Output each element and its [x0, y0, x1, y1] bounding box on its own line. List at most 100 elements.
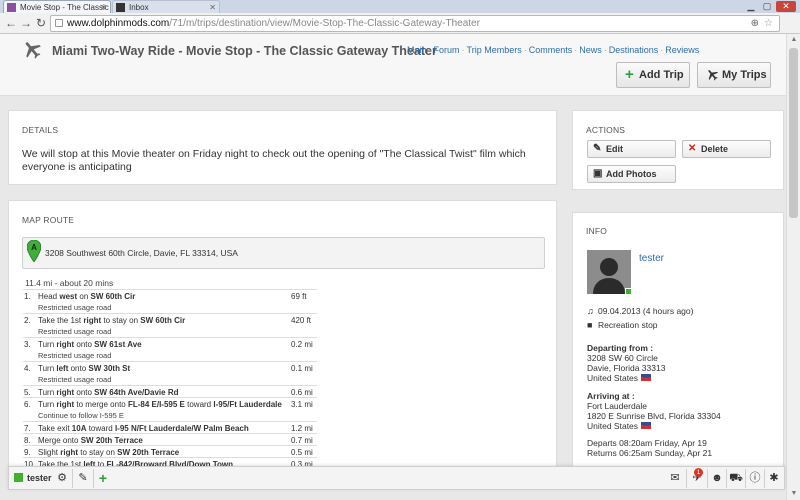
scroll-thumb[interactable] — [789, 48, 798, 218]
arriving-line-2: 1820 E Sunrise Blvd, Florida 33304 — [587, 411, 721, 421]
edit-icon[interactable]: ✎ — [76, 471, 90, 485]
bottom-toolbar: tester ⚙ ✎ + ✉ ✈ ☻ ⛟ ⓘ ✱ — [8, 466, 785, 490]
address-bar-row: ← → ↻ www.dolphinmods.com/71/m/trips/des… — [0, 13, 800, 34]
step-number: 1. — [24, 292, 31, 301]
step-text: Merge onto — [38, 436, 81, 445]
toolbar-username[interactable]: tester — [27, 473, 52, 483]
step-text: to stay on — [101, 316, 141, 325]
step-distance: 69 ft — [291, 292, 307, 301]
step-text: to merge onto — [74, 400, 128, 409]
step-text: to stay on — [78, 448, 118, 457]
returns-time: Returns 06:25am Sunday, Apr 21 — [587, 448, 713, 458]
scroll-up-icon[interactable]: ▲ — [787, 34, 800, 46]
plus-icon: + — [625, 66, 634, 83]
airplane-icon — [25, 42, 41, 59]
direction-step: 6. Turn right to merge onto FL-84 E/I-595… — [23, 397, 317, 421]
step-instruction: Turn right onto SW 64th Ave/Davie Rd — [38, 388, 283, 397]
step-text: Turn — [38, 364, 57, 373]
delete-button[interactable]: ✕ Delete — [682, 140, 771, 158]
edit-button[interactable]: ✎ Edit — [587, 140, 676, 158]
us-flag-icon — [641, 374, 652, 381]
step-instruction: Merge onto SW 20th Terrace — [38, 436, 283, 445]
map-route-heading: MAP ROUTE — [22, 215, 75, 225]
direction-step: 4. Turn left onto SW 30th St Restricted us… — [23, 361, 317, 385]
plus-icon[interactable]: + — [96, 471, 110, 485]
page-title: Miami Two-Way Ride - Movie Stop - The Cl… — [52, 44, 437, 58]
scroll-down-icon[interactable]: ▼ — [787, 488, 800, 500]
bell-icon: ♫ — [587, 306, 594, 316]
tab-close-icon[interactable]: ✕ — [209, 1, 216, 13]
step-emphasis: west — [59, 292, 78, 301]
step-road: SW 64th Ave/Davie Rd — [94, 388, 179, 397]
reload-icon[interactable]: ↻ — [33, 15, 49, 31]
site-favicon-icon — [7, 3, 16, 12]
arriving-label: Arriving at : — [587, 391, 635, 401]
step-number: 8. — [24, 436, 31, 445]
date-text: 09.04.2013 (4 hours ago) — [598, 306, 694, 316]
departing-country: United States — [587, 373, 639, 383]
step-road: I-95/Ft Lauderdale — [213, 400, 282, 409]
notification-badge: 1 — [694, 468, 703, 477]
mail-icon[interactable]: ✉ — [668, 471, 682, 485]
step-distance: 3.1 mi — [291, 400, 313, 409]
edit-icon: ✎ — [593, 143, 602, 154]
toolbar-divider — [93, 469, 94, 488]
toolbar-divider — [726, 469, 727, 488]
wrench-icon[interactable]: ✱ — [767, 471, 781, 485]
nav-comments[interactable]: Comments — [529, 45, 573, 55]
step-text: onto — [68, 364, 89, 373]
step-road: I-95 N/Ft Lauderdale/W Palm Beach — [114, 424, 249, 433]
direction-step: 7. Take exit 10A toward I-95 N/Ft Lauderd… — [23, 421, 317, 433]
direction-step: 1. Head west on SW 60th Cir Restricted usa… — [23, 289, 317, 313]
route-start-address: A 3208 Southwest 60th Circle, Davie, FL … — [22, 237, 545, 269]
maximize-icon[interactable]: ▢ — [760, 1, 774, 12]
minimize-icon[interactable]: ▁ — [744, 1, 758, 12]
zoom-icon[interactable]: ⊕ — [751, 16, 759, 31]
step-distance: 0.5 mi — [291, 448, 313, 457]
user-icon[interactable]: ☻ — [710, 471, 724, 485]
nav-trip-members[interactable]: Trip Members — [467, 45, 522, 55]
browser-tab-inbox[interactable]: Inbox ✕ — [112, 0, 220, 13]
step-emphasis: SW 20th Terrace — [80, 436, 143, 445]
url-input[interactable]: www.dolphinmods.com/71/m/trips/destinati… — [50, 15, 780, 32]
departing-line-2: Davie, Florida 33313 — [587, 363, 666, 373]
step-text: Head — [38, 292, 60, 301]
url-host: www.dolphinmods.com — [67, 18, 170, 29]
info-date: ♫ 09.04.2013 (4 hours ago) — [587, 306, 693, 316]
departing-label: Departing from : — [587, 343, 654, 353]
step-emphasis: right — [56, 400, 75, 409]
step-number: 2. — [24, 316, 31, 325]
nav-news[interactable]: News — [579, 45, 602, 55]
browser-tab-active[interactable]: Movie Stop - The Classic G ✕ — [3, 0, 111, 13]
step-distance: 1.2 mi — [291, 424, 313, 433]
info-icon[interactable]: ⓘ — [748, 471, 762, 485]
gear-icon[interactable]: ⚙ — [55, 471, 69, 485]
nav-forum[interactable]: Forum — [434, 45, 460, 55]
page-scrollbar[interactable]: ▲ ▼ — [786, 34, 800, 500]
page-icon — [55, 19, 63, 27]
step-note: Restricted usage road — [38, 327, 112, 336]
toolbar-divider — [707, 469, 708, 488]
directions-list: 1. Head west on SW 60th Cir Restricted usa… — [23, 289, 317, 469]
url-path: /71/m/trips/destination/view/Movie-Stop-… — [169, 18, 480, 29]
add-trip-label: Add Trip — [639, 69, 684, 81]
tab-close-icon[interactable]: ✕ — [100, 1, 107, 13]
add-trip-button[interactable]: + Add Trip — [616, 62, 690, 88]
username-link[interactable]: tester — [639, 253, 664, 264]
bookmark-star-icon[interactable]: ☆ — [764, 16, 773, 31]
window-close-icon[interactable]: ✕ — [776, 1, 796, 12]
forward-icon[interactable]: → — [18, 15, 34, 31]
step-road: SW 30th St — [88, 364, 131, 373]
arriving-country: United States — [587, 421, 639, 431]
nav-destinations[interactable]: Destinations — [609, 45, 659, 55]
add-photos-button[interactable]: ▣ Add Photos — [587, 165, 676, 183]
cart-icon[interactable]: ⛟ — [729, 471, 743, 485]
my-trips-button[interactable]: My Trips — [697, 62, 771, 88]
step-instruction: Take exit 10A toward I-95 N/Ft Lauderdal… — [38, 424, 283, 433]
nav-main[interactable]: Main — [407, 45, 427, 55]
step-distance: 0.1 mi — [291, 364, 313, 373]
category-text: Recreation stop — [598, 320, 658, 330]
back-icon[interactable]: ← — [3, 15, 19, 31]
actions-heading: ACTIONS — [586, 125, 626, 135]
nav-reviews[interactable]: Reviews — [665, 45, 699, 55]
